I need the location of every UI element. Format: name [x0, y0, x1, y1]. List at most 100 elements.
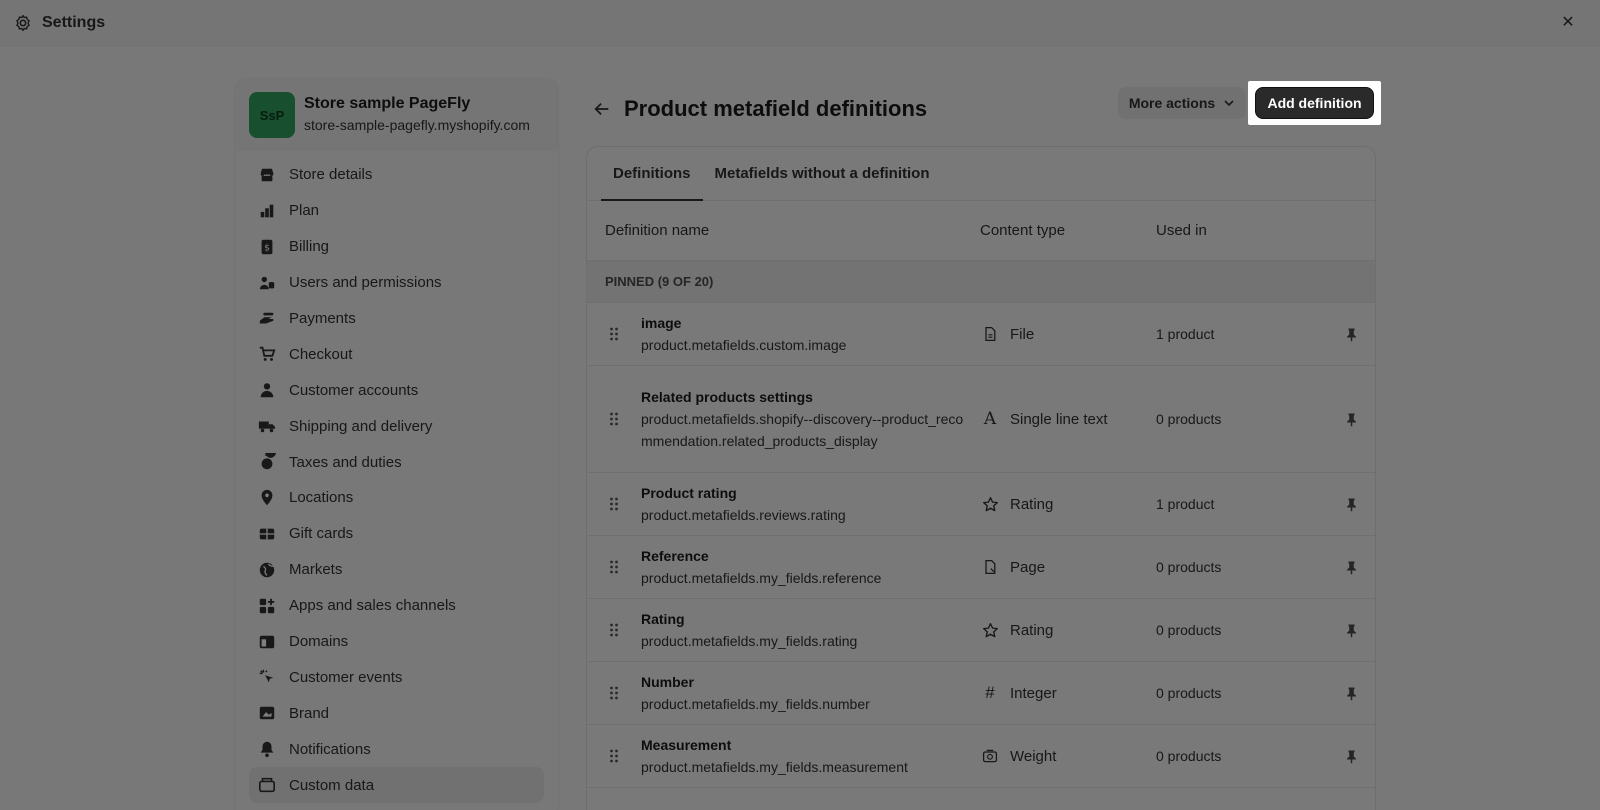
sidebar-item-label: Checkout: [289, 345, 353, 363]
drag-handle-icon[interactable]: [587, 686, 641, 700]
sidebar-item-label: Payments: [289, 310, 356, 327]
sidebar-item-label: Notifications: [289, 740, 371, 758]
close-icon[interactable]: ✕: [1558, 12, 1578, 32]
sidebar-item-apps[interactable]: Apps and sales channels: [249, 588, 544, 624]
table-row[interactable]: Related products settings product.metafie…: [587, 366, 1375, 473]
tabs: Definitions Metafields without a definit…: [587, 147, 1375, 201]
drag-handle-icon[interactable]: [587, 497, 641, 511]
file-icon: [980, 324, 1000, 344]
pin-icon[interactable]: [1336, 749, 1366, 764]
plan-icon: [257, 201, 277, 221]
table-row[interactable]: Rating product.metafields.my_fields.ratin…: [587, 599, 1375, 662]
page-icon: [980, 557, 1000, 577]
pin-icon[interactable]: [1336, 686, 1366, 701]
sidebar-item-label: Billing: [289, 238, 330, 256]
tab-definitions[interactable]: Definitions: [601, 147, 703, 201]
sidebar-item-customer-events[interactable]: Customer events: [249, 659, 544, 695]
table-row[interactable]: Number product.metafields.my_fields.numbe…: [587, 662, 1375, 725]
custom-data-icon: [257, 775, 277, 795]
definition-name: Rating: [641, 611, 685, 627]
sidebar-item-label: Users and permissions: [289, 274, 442, 292]
sidebar-item-label: Customer events: [289, 668, 403, 686]
drag-handle-icon[interactable]: [587, 327, 641, 341]
drag-handle-icon[interactable]: [587, 560, 641, 574]
add-definition-button[interactable]: Add definition: [1255, 87, 1374, 119]
content-type: Rating: [1010, 495, 1054, 513]
drag-handle-icon[interactable]: [587, 412, 641, 426]
store-name: Store sample PageFly: [304, 95, 471, 112]
content-type: File: [1010, 325, 1035, 343]
content-type: Integer: [1010, 684, 1057, 702]
sidebar-item-plan[interactable]: Plan: [249, 193, 544, 229]
used-in: 0 products: [1156, 411, 1222, 427]
back-arrow-icon[interactable]: [590, 97, 614, 121]
content-type: Rating: [1010, 621, 1054, 639]
sidebar-item-domains[interactable]: Domains: [249, 624, 544, 660]
column-used-in: Used in: [1156, 222, 1207, 239]
sidebar-item-users[interactable]: Users and permissions: [249, 265, 544, 301]
bell-icon: [257, 739, 277, 759]
gear-icon: [14, 14, 32, 32]
content-type: Single line text: [1010, 410, 1108, 428]
sidebar-item-checkout[interactable]: Checkout: [249, 336, 544, 372]
users-icon: [257, 273, 277, 293]
settings-sidebar: SsP Store sample PageFly store-sample-pa…: [234, 78, 559, 810]
definition-name: Number: [641, 674, 694, 690]
pin-icon[interactable]: [1336, 560, 1366, 575]
settings-topbar: Settings ✕: [0, 0, 1600, 46]
svg-text:$: $: [264, 243, 270, 253]
sidebar-item-customer-accounts[interactable]: Customer accounts: [249, 372, 544, 408]
settings-nav: Store details Plan $ Billing Users and pe…: [235, 151, 558, 804]
sidebar-item-custom-data[interactable]: Custom data: [249, 767, 544, 804]
text-icon: A: [983, 409, 997, 429]
sidebar-item-billing[interactable]: $ Billing: [249, 229, 544, 265]
drag-handle-icon[interactable]: [587, 749, 641, 763]
sidebar-item-gift-cards[interactable]: Gift cards: [249, 516, 544, 552]
sidebar-item-taxes[interactable]: Taxes and duties: [249, 444, 544, 480]
star-icon: [980, 494, 1000, 514]
definition-key: product.metafields.custom.image: [641, 337, 847, 353]
definition-key: product.metafields.my_fields.measurement: [641, 759, 908, 775]
sidebar-item-locations[interactable]: Locations: [249, 480, 544, 516]
pin-icon[interactable]: [1336, 497, 1366, 512]
sidebar-item-markets[interactable]: Markets: [249, 552, 544, 588]
content-type: Weight: [1010, 747, 1057, 765]
more-actions-button[interactable]: More actions: [1118, 87, 1246, 119]
pin-icon[interactable]: [1336, 327, 1366, 342]
add-definition-highlight: Add definition: [1248, 81, 1381, 125]
table-row[interactable]: Product rating product.metafields.reviews…: [587, 473, 1375, 536]
definition-key: product.metafields.reviews.rating: [641, 507, 846, 523]
sidebar-item-label: Locations: [289, 489, 354, 507]
sidebar-item-label: Plan: [289, 202, 320, 220]
table-row[interactable]: image product.metafields.custom.image Fil…: [587, 303, 1375, 366]
tab-metafields-without-definition[interactable]: Metafields without a definition: [703, 147, 942, 200]
used-in: 1 product: [1156, 326, 1215, 342]
pin-icon[interactable]: [1336, 623, 1366, 638]
billing-icon: $: [257, 237, 277, 257]
table-header: Definition name Content type Used in: [587, 201, 1375, 261]
sidebar-item-store-details[interactable]: Store details: [249, 157, 544, 193]
table-row[interactable]: Measurement product.metafields.my_fields.…: [587, 725, 1375, 788]
sidebar-item-shipping[interactable]: Shipping and delivery: [249, 408, 544, 444]
drag-handle-icon[interactable]: [587, 623, 641, 637]
sidebar-item-payments[interactable]: Payments: [249, 301, 544, 337]
truck-icon: [257, 416, 277, 436]
table-row[interactable]: Reference product.metafields.my_fields.re…: [587, 536, 1375, 599]
person-icon: [257, 380, 277, 400]
star-icon: [980, 620, 1000, 640]
sidebar-item-label: Apps and sales channels: [289, 597, 456, 615]
sidebar-item-brand[interactable]: Brand: [249, 695, 544, 731]
definition-key: product.metafields.my_fields.number: [641, 696, 870, 712]
definition-name: Related products settings: [641, 389, 813, 405]
domains-icon: [257, 632, 277, 652]
definition-key: product.metafields.my_fields.rating: [641, 633, 858, 649]
pinned-section-header: PINNED (9 OF 20): [587, 261, 1375, 303]
taxes-icon: [257, 452, 277, 472]
brand-icon: [257, 703, 277, 723]
definition-name: Reference: [641, 548, 709, 564]
sidebar-item-notifications[interactable]: Notifications: [249, 731, 544, 767]
store-header[interactable]: SsP Store sample PageFly store-sample-pa…: [235, 79, 558, 151]
chevron-down-icon: [1223, 97, 1235, 109]
definition-name: Product rating: [641, 485, 737, 501]
pin-icon[interactable]: [1336, 412, 1366, 427]
